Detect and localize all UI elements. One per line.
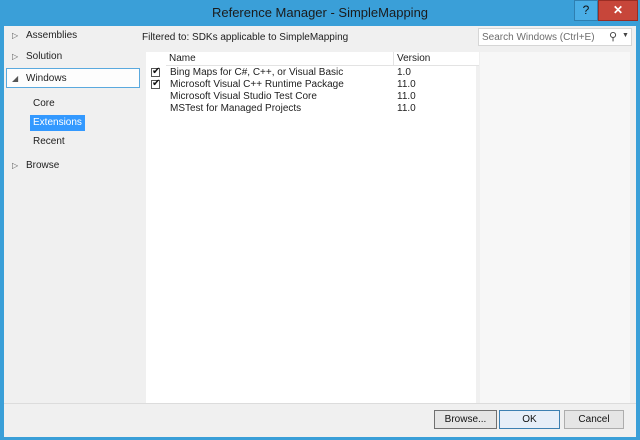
filter-label: Filtered to: SDKs applicable to SimpleMa…: [142, 32, 349, 43]
list-item[interactable]: ✔ Microsoft Visual C++ Runtime Package 1…: [146, 78, 476, 91]
ok-button[interactable]: OK: [499, 410, 560, 429]
sdk-name: Microsoft Visual C++ Runtime Package: [170, 79, 344, 90]
list-item[interactable]: Microsoft Visual Studio Test Core 11.0: [146, 91, 476, 103]
cancel-button[interactable]: Cancel: [564, 410, 624, 429]
sidebar-item-windows[interactable]: ◢ Windows: [6, 68, 140, 88]
list-item[interactable]: MSTest for Managed Projects 11.0: [146, 103, 476, 115]
expand-arrow-icon[interactable]: ▷: [12, 47, 22, 67]
sidebar-item-label: Browse: [26, 160, 60, 171]
column-header-name[interactable]: Name: [166, 52, 394, 66]
sidebar-subitem-core[interactable]: Core: [30, 96, 58, 112]
sdk-version: 11.0: [397, 91, 416, 102]
browse-button[interactable]: Browse...: [434, 410, 497, 429]
sidebar-item-solution[interactable]: ▷ Solution: [6, 47, 140, 67]
sidebar-item-label: Assemblies: [26, 30, 78, 41]
sidebar-item-assemblies[interactable]: ▷ Assemblies: [6, 26, 140, 46]
sdk-version: 11.0: [397, 103, 416, 114]
sdk-name: Microsoft Visual Studio Test Core: [170, 91, 317, 102]
sdk-list: Name Version ✔ Bing Maps for C#, C++, or…: [146, 52, 479, 403]
sdk-version: 1.0: [397, 67, 411, 78]
close-button[interactable]: ✕: [598, 0, 638, 21]
sdk-name: MSTest for Managed Projects: [170, 103, 302, 114]
search-input[interactable]: Search Windows (Ctrl+E) ⚲ ▼: [478, 28, 632, 46]
checkmark-icon: ✔: [152, 66, 161, 77]
sdk-version: 11.0: [397, 79, 416, 90]
window-title: Reference Manager - SimpleMapping: [211, 5, 429, 20]
column-header-version[interactable]: Version: [394, 52, 479, 66]
expand-arrow-icon[interactable]: ▷: [12, 156, 22, 176]
sidebar-item-label: Windows: [26, 73, 67, 84]
collapse-arrow-icon[interactable]: ◢: [12, 69, 22, 89]
sidebar-subitem-extensions[interactable]: Extensions: [30, 115, 85, 131]
include-checkbox[interactable]: ✔: [151, 66, 161, 77]
title-bar[interactable]: Reference Manager - SimpleMapping ? ✕: [0, 0, 640, 26]
sidebar-item-label: Solution: [26, 51, 63, 62]
category-sidebar: ▷ Assemblies ▷ Solution ◢ Windows Core E…: [4, 26, 142, 403]
reference-manager-window: Reference Manager - SimpleMapping ? ✕ ▷ …: [0, 0, 640, 440]
sdk-list-pane: Filtered to: SDKs applicable to SimpleMa…: [142, 26, 636, 403]
search-placeholder: Search Windows (Ctrl+E): [482, 32, 595, 43]
dialog-footer: Browse... OK Cancel: [4, 403, 636, 437]
details-pane: [480, 52, 630, 403]
chevron-down-icon[interactable]: ▼: [622, 32, 629, 39]
include-checkbox[interactable]: ✔: [151, 78, 161, 89]
dialog-client-area: ▷ Assemblies ▷ Solution ◢ Windows Core E…: [4, 26, 636, 437]
list-item[interactable]: ✔ Bing Maps for C#, C++, or Visual Basic…: [146, 66, 476, 79]
expand-arrow-icon[interactable]: ▷: [12, 26, 22, 46]
sidebar-subitem-recent[interactable]: Recent: [30, 134, 68, 150]
search-icon[interactable]: ⚲: [609, 30, 617, 43]
help-button[interactable]: ?: [574, 0, 598, 21]
checkmark-icon: ✔: [152, 78, 161, 89]
sidebar-item-browse[interactable]: ▷ Browse: [6, 156, 140, 176]
sdk-name: Bing Maps for C#, C++, or Visual Basic: [170, 67, 344, 78]
